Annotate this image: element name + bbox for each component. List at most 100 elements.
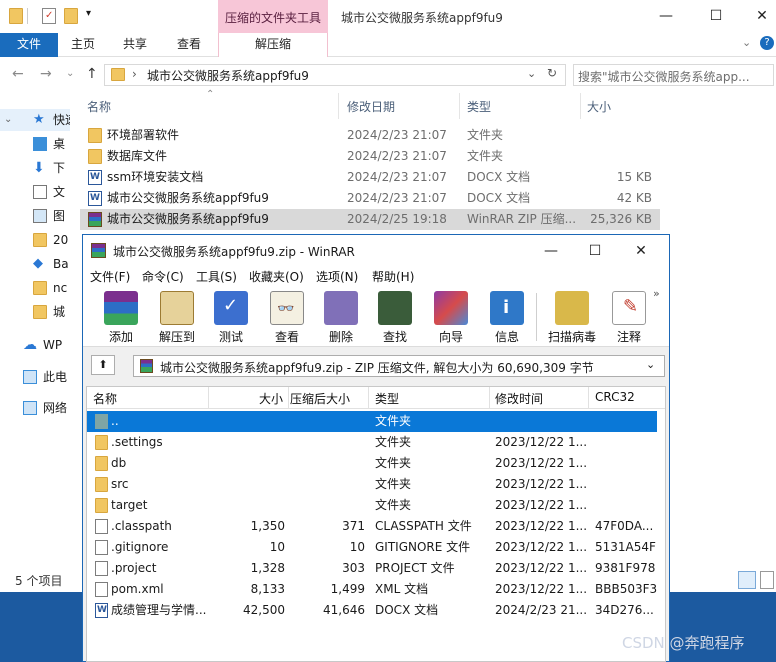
archive-path-field[interactable]: 城市公交微服务系统appf9fu9.zip - ZIP 压缩文件, 解包大小为 … [133,355,665,377]
view-button[interactable]: 👓 查看 [262,291,312,345]
column-date[interactable]: 修改日期 [347,98,395,115]
column-divider[interactable] [208,387,209,409]
nav-item-this-pc[interactable]: 此电 [0,366,67,388]
column-name[interactable]: 名称 [93,390,117,407]
recent-dropdown-icon[interactable]: ⌄ [66,68,74,79]
column-divider[interactable] [489,387,490,409]
add-button[interactable]: 添加 [96,291,146,345]
menu-favorites[interactable]: 收藏夹(O) [249,268,304,285]
customize-qat-icon[interactable]: ▾ [86,8,91,19]
nav-item-documents[interactable]: 文 [0,181,70,203]
tab-view[interactable]: 查看 [168,33,210,57]
archive-row[interactable]: src 文件夹 2023/12/22 1... [87,474,665,495]
chevron-down-icon[interactable]: ⌄ [646,358,655,371]
details-view-icon[interactable] [738,571,756,589]
column-crc[interactable]: CRC32 [595,390,635,404]
column-divider[interactable] [588,387,589,409]
column-name[interactable]: 名称 [87,98,111,115]
menu-commands[interactable]: 命令(C) [142,268,184,285]
nav-item-city[interactable]: 城 [0,301,70,323]
winrar-titlebar: 城市公交微服务系统appf9fu9.zip - WinRAR — ☐ ✕ [83,235,669,265]
menu-options[interactable]: 选项(N) [316,268,358,285]
scan-virus-button[interactable]: 扫描病毒 [544,291,600,345]
folder-icon[interactable] [9,8,23,24]
close-icon[interactable]: ✕ [752,6,772,26]
entry-name: .project [111,561,157,575]
extract-to-button[interactable]: 解压到 [152,291,202,345]
column-divider[interactable] [338,93,339,119]
up-icon[interactable]: ↑ [86,66,98,82]
minimize-icon[interactable]: — [656,6,676,26]
info-button[interactable]: i 信息 [482,291,532,345]
expand-ribbon-icon[interactable]: ⌄ [742,36,751,49]
file-row[interactable]: 数据库文件 2024/2/23 21:07 文件夹 [80,146,660,167]
tab-extract[interactable]: 解压缩 [218,33,328,57]
archive-row[interactable]: 成绩管理与学情... 42,500 41,646 DOCX 文档 2024/2/… [87,600,665,621]
toolbar-overflow-icon[interactable]: » [653,287,660,300]
close-icon[interactable]: ✕ [631,241,651,261]
nav-item-network[interactable]: 网络 [0,397,67,419]
file-row[interactable]: ssm环境安装文档 2024/2/23 21:07 DOCX 文档 15 KB [80,167,660,188]
large-icons-view-icon[interactable] [760,571,774,589]
help-icon[interactable]: ? [760,36,774,50]
file-type: 文件夹 [467,128,504,142]
column-divider[interactable] [459,93,460,119]
maximize-icon[interactable]: ☐ [706,6,726,26]
wizard-button[interactable]: 向导 [426,291,476,345]
up-folder-button[interactable]: ⬆ [91,355,115,375]
column-divider[interactable] [288,387,289,409]
archive-row[interactable]: .gitignore 10 10 GITIGNORE 文件 2023/12/22… [87,537,665,558]
nav-item-downloads[interactable]: ⬇ 下 [0,157,70,179]
tab-home[interactable]: 主页 [62,33,104,57]
file-row-selected[interactable]: 城市公交微服务系统appf9fu9 2024/2/25 19:18 WinRAR… [80,209,660,230]
delete-button[interactable]: 删除 [316,291,366,345]
docx-icon [95,600,108,621]
column-size[interactable]: 大小 [587,98,611,115]
archive-row[interactable]: db 文件夹 2023/12/22 1... [87,453,665,474]
nav-item-quick-access[interactable]: ⌄ ★ 快速 [0,109,70,131]
nav-item-ba[interactable]: ◆ Ba [0,253,70,275]
nav-item-folder-20[interactable]: 20 [0,229,70,251]
archive-row[interactable]: pom.xml 8,133 1,499 XML 文档 2023/12/22 1.… [87,579,665,600]
find-button[interactable]: 查找 [370,291,420,345]
find-icon [378,291,412,325]
nav-item-nc[interactable]: nc [0,277,70,299]
refresh-icon[interactable]: ↻ [547,66,557,80]
chevron-down-icon[interactable]: ⌄ [527,67,536,80]
back-icon[interactable]: ← [12,66,24,82]
file-row[interactable]: 城市公交微服务系统appf9fu9 2024/2/23 21:07 DOCX 文… [80,188,660,209]
tab-file[interactable]: 文件 [0,33,58,57]
nav-item-pictures[interactable]: 图 [0,205,70,227]
archive-row[interactable]: target 文件夹 2023/12/22 1... [87,495,665,516]
menu-file[interactable]: 文件(F) [90,268,130,285]
address-bar[interactable]: › 城市公交微服务系统appf9fu9 ⌄ ↻ [104,64,566,86]
tab-share[interactable]: 共享 [114,33,156,57]
column-divider[interactable] [580,93,581,119]
breadcrumb[interactable]: 城市公交微服务系统appf9fu9 [147,67,309,84]
maximize-icon[interactable]: ☐ [585,241,605,261]
winrar-toolbar: 添加 解压到 ✓ 测试 👓 查看 删除 查找 向导 i 信息 扫描病毒 ✎ 注释… [83,287,669,347]
archive-row[interactable]: .settings 文件夹 2023/12/22 1... [87,432,665,453]
search-input[interactable]: 搜索"城市公交微服务系统app... [573,64,774,86]
new-folder-icon[interactable] [64,8,78,24]
minimize-icon[interactable]: — [541,241,561,261]
menu-tools[interactable]: 工具(S) [196,268,237,285]
column-size[interactable]: 大小 [259,390,283,407]
archive-row[interactable]: .classpath 1,350 371 CLASSPATH 文件 2023/1… [87,516,665,537]
nav-item-wps[interactable]: ☁ WP [0,334,62,356]
menu-help[interactable]: 帮助(H) [372,268,414,285]
column-modified[interactable]: 修改时间 [495,390,543,407]
column-type[interactable]: 类型 [467,98,491,115]
column-type[interactable]: 类型 [375,390,399,407]
properties-icon[interactable]: ✓ [42,8,56,24]
archive-row[interactable]: .project 1,328 303 PROJECT 文件 2023/12/22… [87,558,665,579]
column-packed[interactable]: 压缩后大小 [290,390,350,407]
column-divider[interactable] [368,387,369,409]
nav-item-desktop[interactable]: 桌 [0,133,70,155]
archive-row-selected[interactable]: .. 文件夹 [87,411,657,432]
test-button[interactable]: ✓ 测试 [206,291,256,345]
forward-icon[interactable]: → [40,66,52,82]
file-row[interactable]: 环境部署软件 2024/2/23 21:07 文件夹 [80,125,660,146]
comment-button[interactable]: ✎ 注释 [604,291,654,345]
chevron-down-icon[interactable]: ⌄ [4,109,12,131]
